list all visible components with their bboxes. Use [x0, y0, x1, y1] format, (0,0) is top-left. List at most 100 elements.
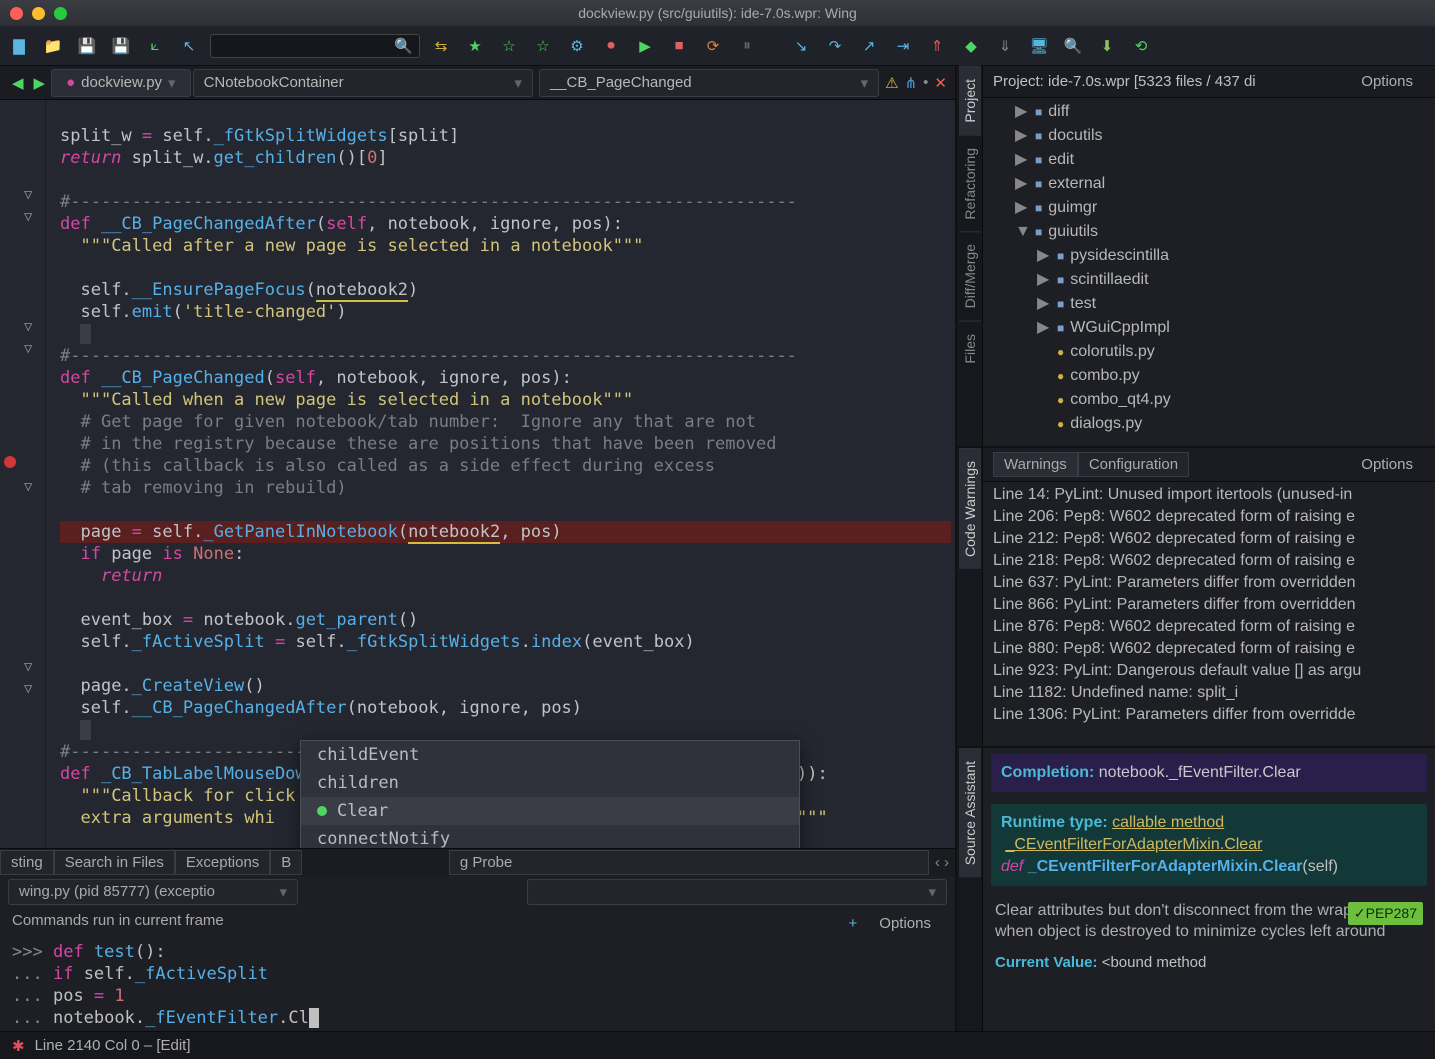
- frame-selector[interactable]: ▾: [527, 879, 947, 905]
- frame-up-icon[interactable]: ⇑: [924, 33, 950, 59]
- tree-item[interactable]: ●dialogs.py: [983, 412, 1435, 436]
- close-window-button[interactable]: [10, 7, 23, 20]
- monitor-icon[interactable]: 🖥: [1026, 33, 1052, 59]
- method-selector[interactable]: __CB_PageChanged▾: [539, 69, 879, 97]
- console-options-button[interactable]: Options: [867, 912, 943, 935]
- step-into-icon[interactable]: ↘: [788, 33, 814, 59]
- editor-gutter[interactable]: ▽ ▽ ▽ ▽ ▽ ▽ ▽: [0, 100, 46, 848]
- fold-marker[interactable]: ▽: [24, 476, 32, 498]
- tree-item[interactable]: ●combo_qt4.py: [983, 388, 1435, 412]
- stop-icon[interactable]: ■: [666, 33, 692, 59]
- tree-item[interactable]: ●combo.py: [983, 364, 1435, 388]
- bottom-tab[interactable]: B: [270, 850, 302, 875]
- breakpoint-icon[interactable]: [4, 456, 16, 468]
- project-options-button[interactable]: Options: [1349, 70, 1425, 93]
- indent-icon[interactable]: ⟀: [142, 33, 168, 59]
- tree-item[interactable]: ▼■guiutils: [983, 220, 1435, 244]
- replace-icon[interactable]: ⇆: [428, 33, 454, 59]
- tree-item[interactable]: ▶■docutils: [983, 124, 1435, 148]
- fold-marker[interactable]: ▽: [24, 338, 32, 360]
- warning-item[interactable]: Line 637: PyLint: Parameters differ from…: [993, 572, 1425, 594]
- minimize-window-button[interactable]: [32, 7, 45, 20]
- tree-item[interactable]: ▶■guimgr: [983, 196, 1435, 220]
- down-arrow-icon[interactable]: ⬇: [1094, 33, 1120, 59]
- tree-item[interactable]: ▶■edit: [983, 148, 1435, 172]
- save-icon[interactable]: 💾: [74, 33, 100, 59]
- warnings-tab[interactable]: Warnings: [993, 452, 1078, 477]
- search-tool-icon[interactable]: 🔍: [1060, 33, 1086, 59]
- warnings-tab[interactable]: Configuration: [1078, 452, 1189, 477]
- warning-item[interactable]: Line 866: PyLint: Parameters differ from…: [993, 594, 1425, 616]
- autocomplete-item[interactable]: children: [301, 769, 799, 797]
- bottom-tab[interactable]: Exceptions: [175, 850, 270, 875]
- warning-icon[interactable]: ⚠: [885, 74, 898, 92]
- goto-icon[interactable]: ↖: [176, 33, 202, 59]
- runtime-class-link[interactable]: _CEventFilterForAdapterMixin.Clear: [1005, 836, 1262, 853]
- tree-item[interactable]: ▶■test: [983, 292, 1435, 316]
- autocomplete-item[interactable]: connectNotify: [301, 825, 799, 848]
- record-icon[interactable]: ⏺: [598, 33, 624, 59]
- warnings-list[interactable]: Line 14: PyLint: Unused import itertools…: [983, 482, 1435, 746]
- warning-item[interactable]: Line 1182: Undefined name: split_i: [993, 682, 1425, 704]
- tree-item[interactable]: ▶■external: [983, 172, 1435, 196]
- play-icon[interactable]: ▶: [632, 33, 658, 59]
- frame-mid-icon[interactable]: ◆: [958, 33, 984, 59]
- vertical-tab[interactable]: Code Warnings: [959, 448, 981, 569]
- tree-item[interactable]: ▶■WGuiCppImpl: [983, 316, 1435, 340]
- frame-down-icon[interactable]: ⇓: [992, 33, 1018, 59]
- warning-item[interactable]: Line 212: Pep8: W602 deprecated form of …: [993, 528, 1425, 550]
- warning-item[interactable]: Line 14: PyLint: Unused import itertools…: [993, 484, 1425, 506]
- open-folder-icon[interactable]: 📁: [40, 33, 66, 59]
- vertical-tab[interactable]: Project: [959, 66, 981, 135]
- save-all-icon[interactable]: 💾: [108, 33, 134, 59]
- tree-item[interactable]: ●colorutils.py: [983, 340, 1435, 364]
- close-tab-icon[interactable]: ✕: [934, 74, 947, 92]
- toolbar-search[interactable]: 🔍: [210, 34, 420, 58]
- fold-marker[interactable]: ▽: [24, 184, 32, 206]
- tab-scroll-icon[interactable]: ‹ ›: [929, 854, 955, 871]
- fold-marker[interactable]: ▽: [24, 678, 32, 700]
- step-out-icon[interactable]: ↗: [856, 33, 882, 59]
- star-icon[interactable]: ★: [462, 33, 488, 59]
- code-editor[interactable]: ▽ ▽ ▽ ▽ ▽ ▽ ▽ split_w = self._fGtkSplitW…: [0, 100, 955, 848]
- vertical-tab[interactable]: Refactoring: [959, 135, 981, 232]
- autocomplete-popup[interactable]: childEventchildrenClearconnectNotifycust…: [300, 740, 800, 848]
- process-selector[interactable]: wing.py (pid 85777) (exceptio▾: [8, 879, 298, 905]
- warning-item[interactable]: Line 923: PyLint: Dangerous default valu…: [993, 660, 1425, 682]
- vertical-tab[interactable]: Diff/Merge: [959, 231, 981, 320]
- pause-icon[interactable]: ⏸: [734, 33, 760, 59]
- vertical-tab[interactable]: Files: [959, 321, 981, 376]
- continue-icon[interactable]: ⇥: [890, 33, 916, 59]
- tree-item[interactable]: ▶■pysidescintilla: [983, 244, 1435, 268]
- bullet-icon[interactable]: •: [923, 74, 928, 92]
- bottom-tab[interactable]: sting: [0, 850, 54, 875]
- fold-marker[interactable]: ▽: [24, 656, 32, 678]
- add-icon[interactable]: +: [849, 915, 858, 932]
- autocomplete-item[interactable]: childEvent: [301, 741, 799, 769]
- warning-item[interactable]: Line 880: Pep8: W602 deprecated form of …: [993, 638, 1425, 660]
- console-content[interactable]: >>> def test(): ... if self._fActiveSpli…: [0, 939, 955, 1031]
- fold-marker[interactable]: ▽: [24, 316, 32, 338]
- fold-marker[interactable]: ▽: [24, 206, 32, 228]
- gear-icon[interactable]: ⚙: [564, 33, 590, 59]
- runtime-type-link[interactable]: callable method: [1112, 814, 1224, 831]
- warning-item[interactable]: Line 206: Pep8: W602 deprecated form of …: [993, 506, 1425, 528]
- tree-item[interactable]: ▶■diff: [983, 100, 1435, 124]
- refresh-icon[interactable]: ⟲: [1128, 33, 1154, 59]
- new-file-icon[interactable]: ▇: [6, 33, 32, 59]
- warning-item[interactable]: Line 218: Pep8: W602 deprecated form of …: [993, 550, 1425, 572]
- nav-back-button[interactable]: ◀: [8, 74, 28, 92]
- link-icon[interactable]: ⋔: [905, 74, 918, 92]
- autocomplete-item[interactable]: Clear: [301, 797, 799, 825]
- warning-item[interactable]: Line 876: Pep8: W602 deprecated form of …: [993, 616, 1425, 638]
- warning-item[interactable]: Line 1306: PyLint: Parameters differ fro…: [993, 704, 1425, 726]
- warnings-options-button[interactable]: Options: [1349, 453, 1425, 476]
- nav-fwd-button[interactable]: ▶: [30, 74, 50, 92]
- bottom-tab[interactable]: g Probe: [449, 850, 929, 875]
- tree-item[interactable]: ▶■scintillaedit: [983, 268, 1435, 292]
- star3-icon[interactable]: ☆: [530, 33, 556, 59]
- star2-icon[interactable]: ☆: [496, 33, 522, 59]
- bug-icon[interactable]: ✱: [12, 1037, 25, 1055]
- maximize-window-button[interactable]: [54, 7, 67, 20]
- vertical-tab[interactable]: Source Assistant: [959, 748, 981, 877]
